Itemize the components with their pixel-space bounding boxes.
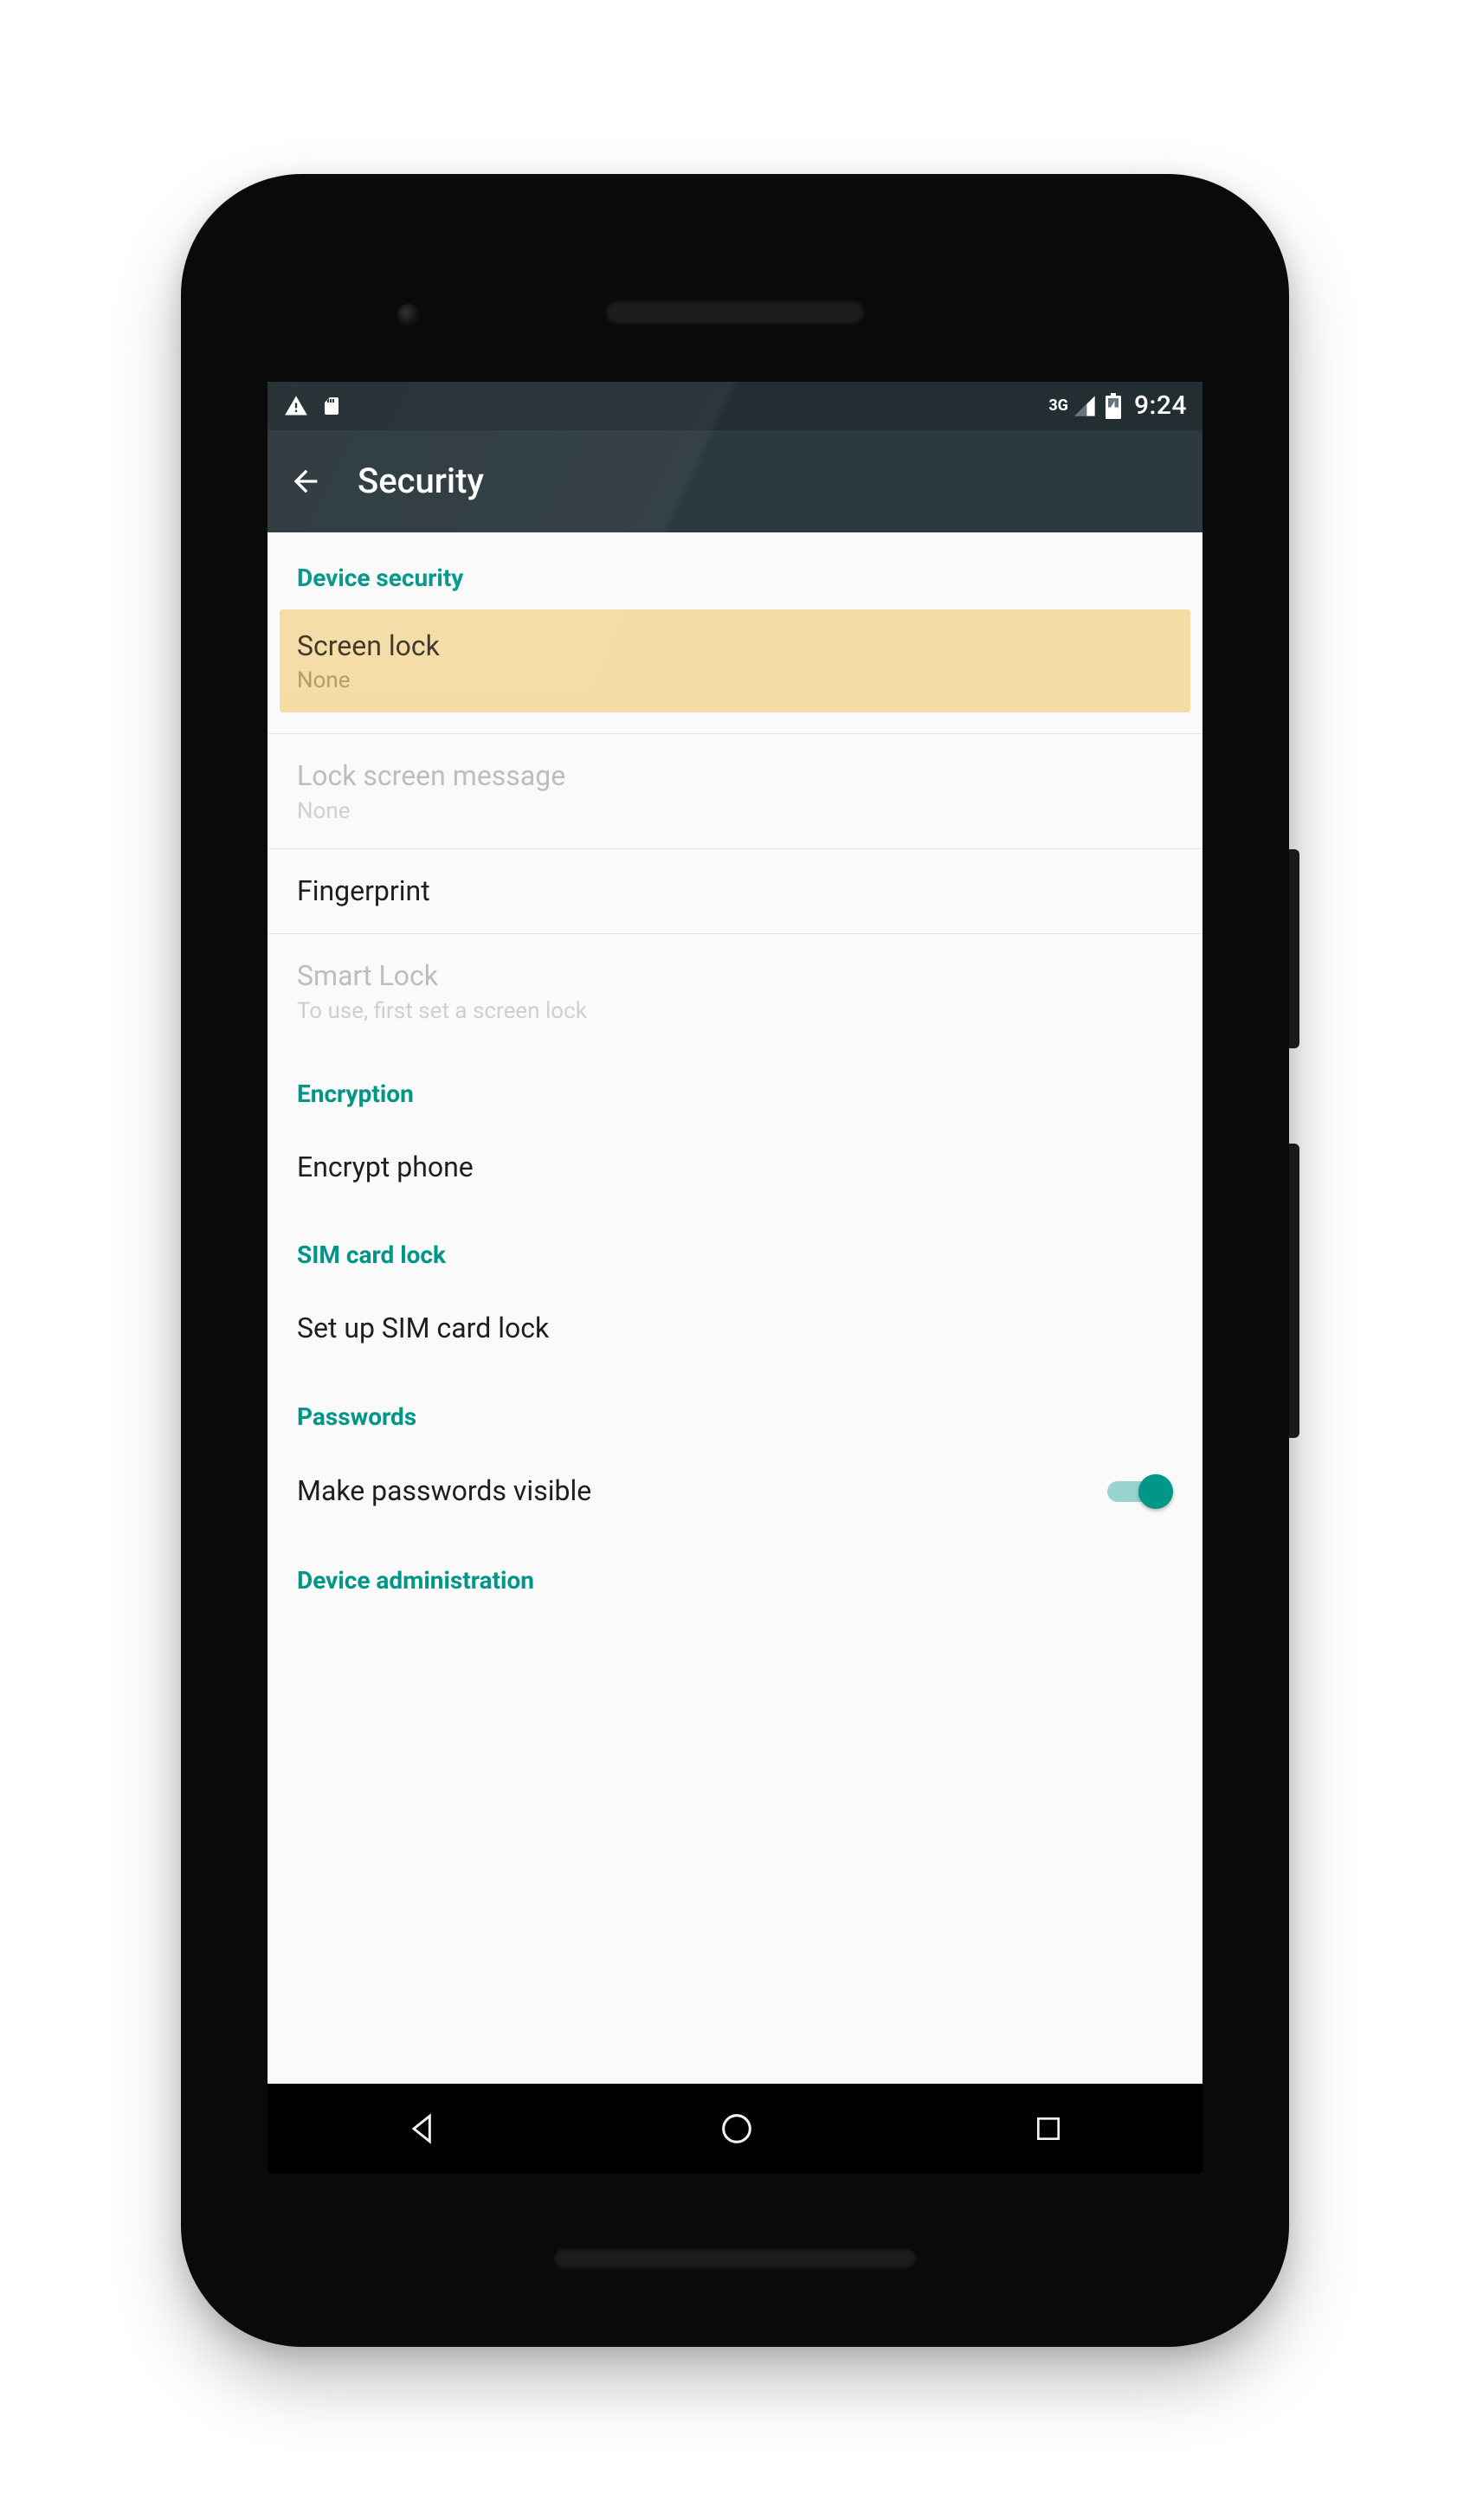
front-camera-icon [397, 304, 420, 326]
status-right: 3G 9:24 [1048, 390, 1187, 421]
power-button-icon [1289, 849, 1299, 1048]
row-setup-sim-lock[interactable]: Set up SIM card lock [268, 1286, 1202, 1371]
switch-thumb-icon [1138, 1474, 1173, 1509]
navigation-bar [268, 2084, 1202, 2174]
row-lock-screen-message: Lock screen message None [268, 734, 1202, 848]
row-title: Smart Lock [297, 958, 1173, 995]
row-title: Encrypt phone [297, 1150, 1173, 1186]
section-header-device-admin: Device administration [268, 1535, 1202, 1612]
sd-card-icon [321, 394, 342, 418]
back-arrow-icon[interactable] [288, 464, 323, 499]
status-bar: 3G 9:24 [268, 382, 1202, 430]
passwords-visible-switch[interactable] [1107, 1473, 1173, 1511]
screen: 3G 9:24 Security Device security [268, 382, 1202, 2174]
battery-icon [1105, 393, 1122, 419]
nav-recent-icon[interactable] [1031, 2111, 1066, 2146]
phone-frame: 3G 9:24 Security Device security [181, 174, 1289, 2347]
row-smart-lock: Smart Lock To use, first set a screen lo… [268, 934, 1202, 1048]
row-screen-lock[interactable]: Screen lock None [280, 609, 1190, 713]
volume-button-icon [1289, 1144, 1299, 1438]
row-title: Set up SIM card lock [297, 1311, 1173, 1347]
settings-list[interactable]: Device security Screen lock None Lock sc… [268, 532, 1202, 2084]
page-title: Security [358, 461, 484, 501]
row-subtitle: None [297, 798, 1173, 824]
row-encrypt-phone[interactable]: Encrypt phone [268, 1125, 1202, 1210]
section-header-passwords: Passwords [268, 1371, 1202, 1448]
row-subtitle: To use, first set a screen lock [297, 998, 1173, 1024]
section-header-device-security: Device security [268, 532, 1202, 609]
status-left [283, 394, 342, 418]
row-title: Screen lock [297, 628, 1173, 665]
nav-home-icon[interactable] [717, 2109, 757, 2149]
row-subtitle: None [297, 667, 1173, 693]
row-passwords-visible[interactable]: Make passwords visible [268, 1448, 1202, 1535]
row-fingerprint[interactable]: Fingerprint [268, 849, 1202, 934]
row-title: Lock screen message [297, 758, 1173, 795]
cellular-signal-icon [1072, 394, 1098, 418]
nav-back-icon[interactable] [404, 2110, 442, 2148]
section-header-encryption: Encryption [268, 1048, 1202, 1125]
network-type-label: 3G [1048, 396, 1068, 415]
speaker-grille-icon [605, 300, 865, 325]
app-bar: Security [268, 430, 1202, 532]
row-title: Fingerprint [297, 873, 1173, 910]
section-header-sim: SIM card lock [268, 1209, 1202, 1286]
warning-icon [283, 394, 309, 418]
bottom-speaker-icon [553, 2248, 917, 2269]
row-title: Make passwords visible [297, 1473, 1107, 1510]
status-clock: 9:24 [1134, 390, 1187, 421]
